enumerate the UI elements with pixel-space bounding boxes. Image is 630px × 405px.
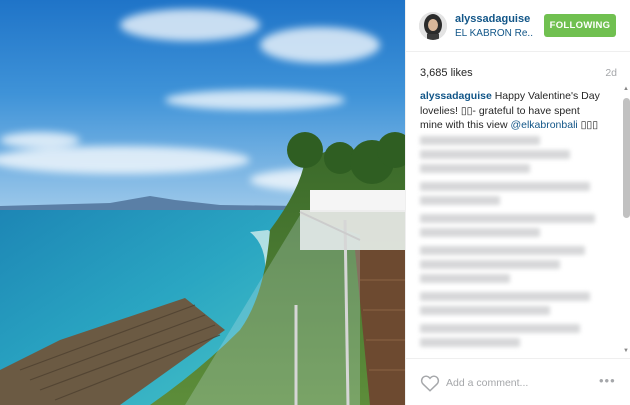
caption-username[interactable]: alyssadaguise xyxy=(420,90,492,102)
post-photo[interactable] xyxy=(0,0,405,405)
blurred-comment xyxy=(420,246,585,255)
blurred-comment xyxy=(420,292,590,301)
blurred-comment xyxy=(420,274,510,283)
blurred-comment xyxy=(420,228,540,237)
blurred-comment xyxy=(420,164,530,173)
comment-bar: ••• xyxy=(406,358,630,405)
post-sidebar: alyssadaguise EL KABRON Re... FOLLOWING … xyxy=(405,0,630,405)
avatar-image xyxy=(419,12,447,40)
post-header: alyssadaguise EL KABRON Re... FOLLOWING xyxy=(406,0,630,52)
blurred-comment xyxy=(420,260,560,269)
avatar[interactable] xyxy=(419,12,447,40)
scrollbar-thumb[interactable] xyxy=(623,98,630,218)
likes-count[interactable]: 3,685 likes xyxy=(420,67,473,79)
scroll-down-arrow-icon[interactable]: ▼ xyxy=(623,348,629,354)
caption-text-end: ▯▯▯ xyxy=(577,119,598,131)
comments-list: alyssadaguise Happy Valentine's Day love… xyxy=(406,86,630,358)
comments-scrollbar[interactable]: ▲ ▼ xyxy=(622,86,630,358)
add-comment-input[interactable] xyxy=(446,373,586,393)
more-options-icon[interactable]: ••• xyxy=(599,373,616,388)
post-username[interactable]: alyssadaguise xyxy=(455,13,530,25)
blurred-comment xyxy=(420,324,580,333)
following-button[interactable]: FOLLOWING xyxy=(544,14,616,37)
blurred-comment xyxy=(420,182,590,191)
blurred-comment xyxy=(420,150,570,159)
blurred-comment xyxy=(420,136,540,145)
post-age[interactable]: 2d xyxy=(605,67,617,79)
post-caption: alyssadaguise Happy Valentine's Day love… xyxy=(420,89,605,133)
blurred-comment xyxy=(420,306,550,315)
post-location[interactable]: EL KABRON Re... xyxy=(455,28,533,39)
caption-mention[interactable]: @elkabronbali xyxy=(510,119,577,131)
blurred-comment xyxy=(420,214,595,223)
blurred-comment xyxy=(420,196,500,205)
heart-icon[interactable] xyxy=(420,374,440,392)
blurred-comment xyxy=(420,338,520,347)
post-photo-image xyxy=(0,0,405,405)
scroll-up-arrow-icon[interactable]: ▲ xyxy=(623,86,629,92)
post-stats: 3,685 likes 2d xyxy=(406,52,630,86)
